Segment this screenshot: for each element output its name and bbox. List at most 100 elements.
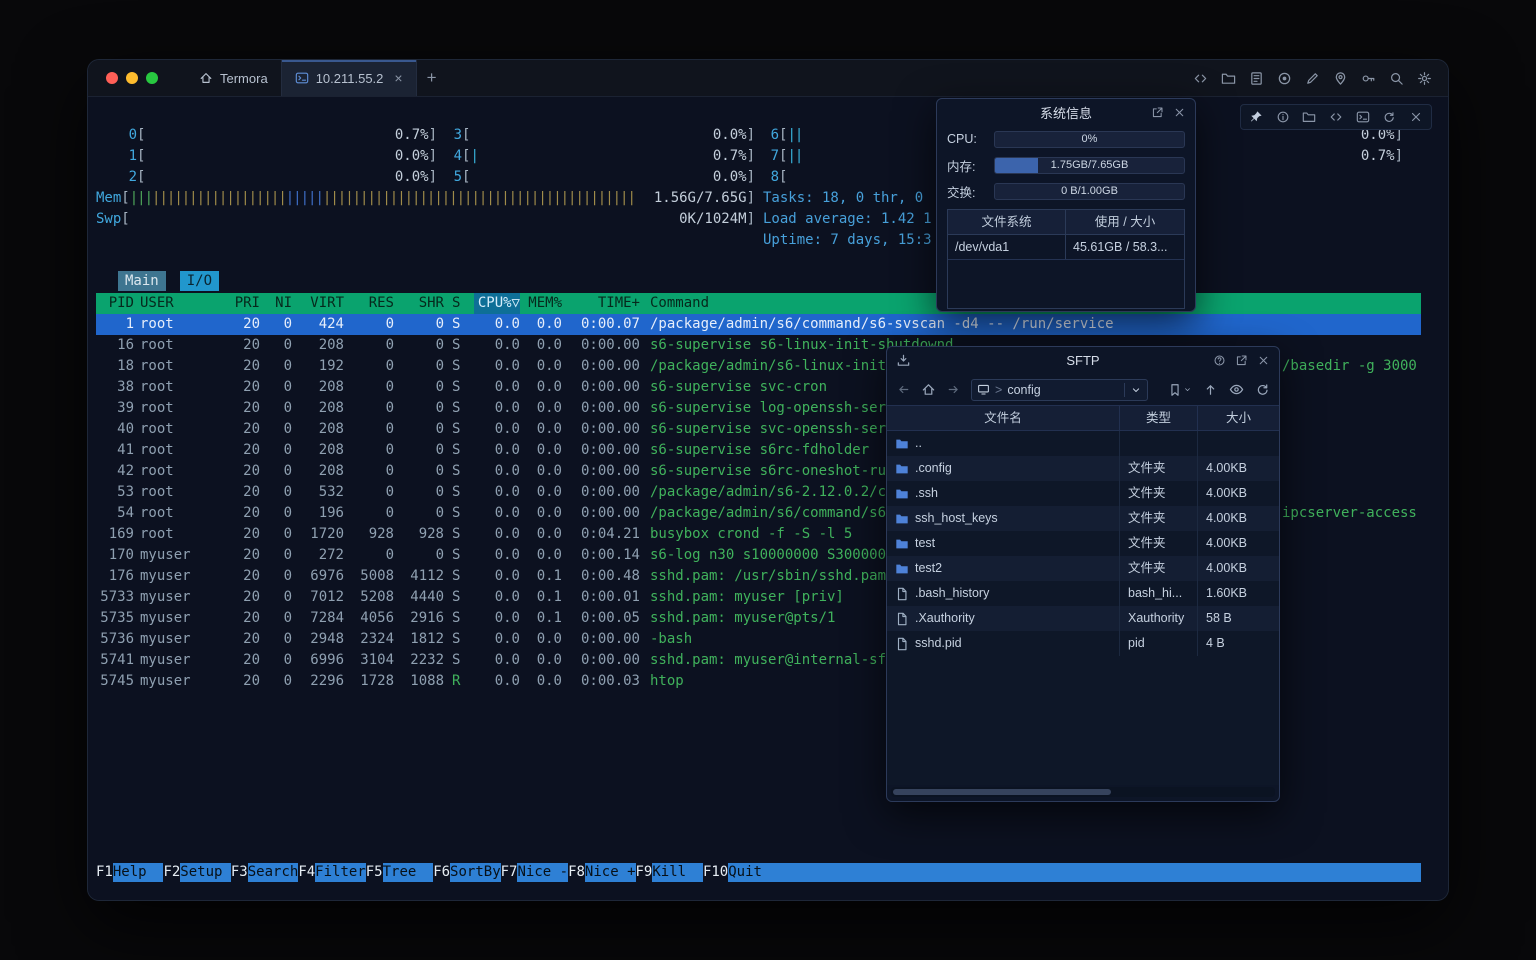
fkey-F1[interactable]: F1 bbox=[96, 863, 113, 882]
chevron-down-icon[interactable] bbox=[1130, 384, 1142, 396]
path-breadcrumb[interactable]: >config bbox=[971, 379, 1148, 401]
fkey-F2[interactable]: F2 bbox=[163, 863, 180, 882]
horizontal-scrollbar[interactable] bbox=[891, 787, 1275, 797]
file-row-.ssh[interactable]: .ssh文件夹4.00KB bbox=[887, 481, 1279, 506]
fkey-F6[interactable]: F6 bbox=[433, 863, 450, 882]
close-icon[interactable] bbox=[1173, 106, 1186, 119]
column-header[interactable]: RES bbox=[344, 293, 394, 314]
htop-tab-I/O[interactable]: I/O bbox=[180, 271, 219, 291]
mem-cell: 0.1 bbox=[520, 587, 562, 608]
user-cell: root bbox=[140, 356, 224, 377]
fkey-label-F7[interactable]: Nice - bbox=[517, 863, 568, 882]
question-icon[interactable] bbox=[1213, 354, 1226, 367]
tab-home[interactable]: Termora bbox=[186, 60, 281, 96]
fkey-label-F1[interactable]: Help bbox=[113, 863, 164, 882]
fkey-F8[interactable]: F8 bbox=[568, 863, 585, 882]
close-tab-icon[interactable]: × bbox=[394, 70, 402, 86]
fkey-F10[interactable]: F10 bbox=[703, 863, 728, 882]
home-icon[interactable] bbox=[921, 382, 936, 397]
terminal-icon[interactable] bbox=[1356, 110, 1370, 124]
refresh-icon[interactable] bbox=[1255, 382, 1270, 397]
fkey-label-F2[interactable]: Setup bbox=[180, 863, 231, 882]
column-header[interactable]: SHR bbox=[394, 293, 444, 314]
info-icon[interactable] bbox=[1276, 110, 1290, 124]
record-icon[interactable] bbox=[1277, 71, 1292, 86]
file-row-.bash_history[interactable]: .bash_historybash_hi...1.60KB bbox=[887, 581, 1279, 606]
code-icon[interactable] bbox=[1193, 71, 1208, 86]
pri-cell: 20 bbox=[224, 461, 260, 482]
column-header[interactable]: CPU%▽ bbox=[474, 293, 520, 314]
bookmark-icon[interactable] bbox=[1168, 383, 1182, 397]
file-row-test[interactable]: test文件夹4.00KB bbox=[887, 531, 1279, 556]
ni-cell: 0 bbox=[260, 461, 292, 482]
fkey-label-F10[interactable]: Quit bbox=[728, 863, 779, 882]
column-header[interactable]: PRI bbox=[224, 293, 260, 314]
cpu-meter-1: 1[0.0%] bbox=[128, 146, 437, 167]
code-icon[interactable] bbox=[1329, 110, 1343, 124]
column-header[interactable]: MEM% bbox=[520, 293, 562, 314]
htop-tab-Main[interactable]: Main bbox=[118, 271, 166, 291]
header-filename[interactable]: 文件名 bbox=[887, 406, 1120, 430]
folder-icon[interactable] bbox=[1221, 71, 1236, 86]
external-icon[interactable] bbox=[1235, 354, 1248, 367]
cpu-meter-5: 5[0.0%] bbox=[453, 167, 755, 188]
up-icon[interactable] bbox=[1203, 382, 1218, 397]
pencil-icon[interactable] bbox=[1305, 71, 1320, 86]
pin-icon[interactable] bbox=[1249, 110, 1263, 124]
ni-cell: 0 bbox=[260, 314, 292, 335]
back-icon[interactable] bbox=[896, 382, 911, 397]
virt-cell: 532 bbox=[292, 482, 344, 503]
system-info-titlebar[interactable]: 系统信息 bbox=[937, 99, 1195, 126]
fkey-label-F4[interactable]: Filter bbox=[315, 863, 366, 882]
file-row-ssh_host_keys[interactable]: ssh_host_keys文件夹4.00KB bbox=[887, 506, 1279, 531]
column-header[interactable]: S bbox=[452, 293, 474, 314]
column-header[interactable]: TIME+ bbox=[562, 293, 640, 314]
forward-icon[interactable] bbox=[946, 382, 961, 397]
column-header[interactable]: PID bbox=[96, 293, 134, 314]
fkey-label-F9[interactable]: Kill bbox=[652, 863, 703, 882]
tab-session[interactable]: 10.211.55.2 × bbox=[281, 60, 417, 96]
fkey-F5[interactable]: F5 bbox=[366, 863, 383, 882]
file-row-.config[interactable]: .config文件夹4.00KB bbox=[887, 456, 1279, 481]
column-header[interactable]: VIRT bbox=[292, 293, 344, 314]
notes-icon[interactable] bbox=[1249, 71, 1264, 86]
external-icon[interactable] bbox=[1151, 106, 1164, 119]
folder-icon[interactable] bbox=[1302, 110, 1316, 124]
header-type[interactable]: 类型 bbox=[1120, 406, 1198, 430]
disk-row[interactable]: /dev/vda145.61GB / 58.3... bbox=[948, 235, 1184, 260]
scrollbar-thumb[interactable] bbox=[893, 789, 1111, 795]
sftp-titlebar[interactable]: SFTP bbox=[887, 347, 1279, 374]
search-icon[interactable] bbox=[1389, 71, 1404, 86]
header-size[interactable]: 大小 bbox=[1198, 406, 1279, 430]
new-tab-button[interactable]: + bbox=[417, 60, 447, 96]
close-window-button[interactable] bbox=[106, 72, 118, 84]
minimize-window-button[interactable] bbox=[126, 72, 138, 84]
fkey-F4[interactable]: F4 bbox=[298, 863, 315, 882]
column-header[interactable]: NI bbox=[260, 293, 292, 314]
fkey-F7[interactable]: F7 bbox=[501, 863, 518, 882]
download-icon[interactable] bbox=[896, 353, 911, 368]
file-row-..[interactable]: .. bbox=[887, 431, 1279, 456]
close-icon[interactable] bbox=[1409, 110, 1423, 124]
maximize-window-button[interactable] bbox=[146, 72, 158, 84]
folder-fill-icon bbox=[895, 462, 909, 476]
eye-icon[interactable] bbox=[1229, 382, 1244, 397]
key-icon[interactable] bbox=[1361, 71, 1376, 86]
chevron-down-icon[interactable] bbox=[1183, 385, 1192, 394]
file-row-test2[interactable]: test2文件夹4.00KB bbox=[887, 556, 1279, 581]
process-row-1[interactable]: 1root20042400S0.00.00:00.07/package/admi… bbox=[96, 314, 1421, 335]
fkey-label-F6[interactable]: SortBy bbox=[450, 863, 501, 882]
file-row-sshd.pid[interactable]: sshd.pidpid4 B bbox=[887, 631, 1279, 656]
refresh-icon[interactable] bbox=[1382, 110, 1396, 124]
bookmark-control[interactable] bbox=[1168, 383, 1192, 397]
settings-icon[interactable] bbox=[1417, 71, 1432, 86]
file-row-.Xauthority[interactable]: .XauthorityXauthority58 B bbox=[887, 606, 1279, 631]
fkey-label-F3[interactable]: Search bbox=[248, 863, 299, 882]
column-header[interactable]: USER bbox=[140, 293, 224, 314]
location-icon[interactable] bbox=[1333, 71, 1348, 86]
fkey-F3[interactable]: F3 bbox=[231, 863, 248, 882]
fkey-F9[interactable]: F9 bbox=[636, 863, 653, 882]
fkey-label-F8[interactable]: Nice + bbox=[585, 863, 636, 882]
close-icon[interactable] bbox=[1257, 354, 1270, 367]
fkey-label-F5[interactable]: Tree bbox=[383, 863, 434, 882]
